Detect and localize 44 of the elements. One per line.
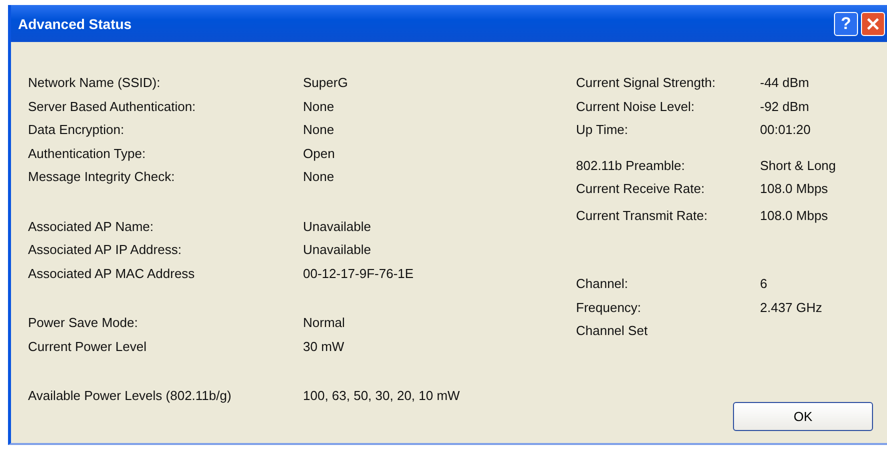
field-value: Short & Long [760,158,836,173]
field-label: Current Power Level [28,338,148,354]
field-label: Channel: [576,276,630,292]
field-label: Message Integrity Check: [28,169,176,184]
field-value: -92 dBm [760,98,810,114]
field-value: Unavailable [303,218,371,234]
field-value: Unavailable [303,242,371,258]
field-value: 108.0 Mbps [760,208,828,223]
field-value: 108.0 Mbps [760,181,828,196]
field-value: Open [303,146,335,161]
field-label: Network Name (SSID): [28,75,162,90]
help-button[interactable]: ? [834,12,858,36]
field-label: Authentication Type: [28,146,147,161]
field-value: 00-12-17-9F-76-1E [303,266,414,281]
field-value: Normal [303,315,345,330]
field-value: None [303,98,334,114]
field-label: Current Transmit Rate: [576,208,708,223]
field-label: Server Based Authentication: [28,98,197,114]
field-label: Data Encryption: [28,122,126,138]
field-label: Current Receive Rate: [576,181,706,196]
close-icon [866,16,880,30]
field-value: 2.437 GHz [760,300,822,315]
field-label: Associated AP IP Address: [28,242,182,258]
field-label: Available Power Levels (802.11b/g) [28,388,232,404]
field-value: 100, 63, 50, 30, 20, 10 mW [303,388,460,404]
window-title: Advanced Status [18,16,133,32]
field-value: 6 [760,276,768,292]
field-value: 30 mW [303,338,344,354]
ok-button[interactable]: OK [733,402,873,431]
field-value: 00:01:20 [760,122,811,138]
field-label: Power Save Mode: [28,315,139,330]
field-label: Current Signal Strength: [576,75,716,90]
field-label: Frequency: [576,300,642,315]
field-value: SuperG [303,75,348,90]
field-label: Current Noise Level: [576,98,696,114]
close-button[interactable] [861,12,885,36]
field-value: -44 dBm [760,75,810,90]
field-label: Channel Set [576,323,649,338]
field-value: None [303,122,334,138]
field-label: Up Time: [576,122,630,138]
field-label: Associated AP MAC Address [28,266,196,281]
field-value: None [303,169,334,184]
field-label: 802.11b Preamble: [576,158,686,173]
field-label: Associated AP Name: [28,218,154,234]
